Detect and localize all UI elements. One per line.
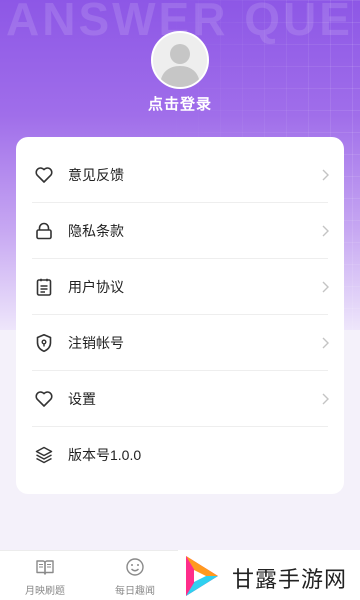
lock-icon [36,222,52,240]
smile-icon [126,558,144,576]
menu-item-privacy[interactable]: 隐私条款 [16,203,344,259]
heart-icon [35,391,53,407]
tab-daily-fun[interactable]: 每日趣闻 [90,551,180,600]
clipboard-icon [36,278,52,296]
heart-icon [35,167,53,183]
menu-item-settings[interactable]: 设置 [16,371,344,427]
brand-watermark-overlay: 甘露手游网 [178,550,360,600]
menu-item-label: 隐私条款 [68,223,124,239]
book-icon [36,560,54,575]
tab-quiz[interactable]: 月映刷题 [0,551,90,600]
brand-text: 甘露手游网 [232,567,348,592]
menu-item-label: 用户协议 [68,279,124,295]
chevron-right-icon [322,393,329,405]
menu-item-label: 注销帐号 [68,335,124,351]
play-logo-icon [186,556,218,596]
version-label: 版本号1.0.0 [68,447,142,463]
menu-item-label: 设置 [68,391,96,407]
menu-card: 意见反馈 隐私条款 用户协议 注销帐号 设置 版本号1.0.0 [16,137,344,494]
chevron-right-icon [322,281,329,293]
menu-item-user-agreement[interactable]: 用户协议 [16,259,344,315]
menu-item-label: 意见反馈 [68,167,124,183]
menu-item-delete-account[interactable]: 注销帐号 [16,315,344,371]
chevron-right-icon [322,169,329,181]
chevron-right-icon [322,337,329,349]
menu-item-version: 版本号1.0.0 [16,427,344,483]
layers-icon [35,446,53,464]
default-avatar-icon [153,33,207,87]
tab-label: 月映刷题 [25,586,65,597]
shield-icon [36,334,52,353]
menu-item-feedback[interactable]: 意见反馈 [16,147,344,203]
login-link[interactable]: 点击登录 [0,93,360,114]
avatar[interactable] [151,31,209,89]
chevron-right-icon [322,225,329,237]
tab-label: 每日趣闻 [115,586,155,597]
